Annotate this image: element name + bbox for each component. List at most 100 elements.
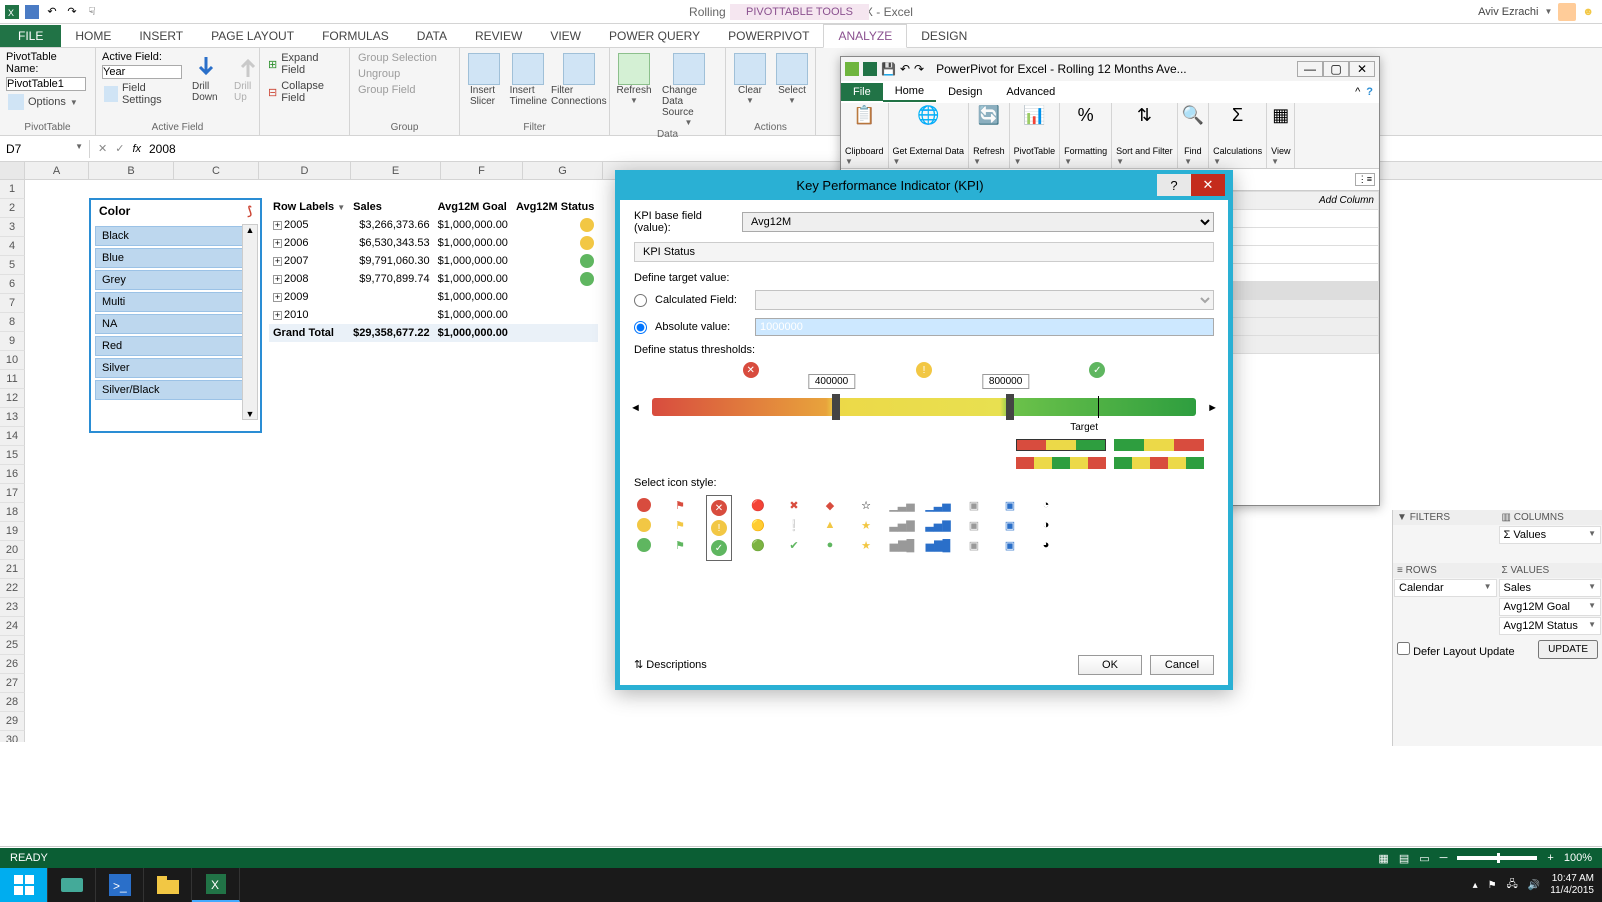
tab-page-layout[interactable]: PAGE LAYOUT: [197, 25, 308, 47]
tab-data[interactable]: DATA: [403, 25, 461, 47]
close-button[interactable]: ✕: [1349, 61, 1375, 77]
expand-icon[interactable]: +: [273, 239, 282, 248]
row-header[interactable]: 22: [0, 579, 25, 598]
undo-mini-icon[interactable]: ↶: [900, 62, 910, 76]
dialog-close-button[interactable]: ✕: [1191, 174, 1225, 196]
row-header[interactable]: 15: [0, 446, 25, 465]
clear-filter-icon[interactable]: ⟆: [247, 204, 252, 218]
update-button[interactable]: UPDATE: [1538, 640, 1598, 659]
tab-file[interactable]: FILE: [0, 25, 61, 47]
ok-button[interactable]: OK: [1078, 655, 1142, 675]
change-data-source-button[interactable]: Change Data Source▼: [658, 51, 719, 129]
row-header[interactable]: 3: [0, 218, 25, 237]
threshold-slider[interactable]: 400000 800000: [652, 398, 1196, 416]
minimize-button[interactable]: —: [1297, 61, 1323, 77]
row-header[interactable]: 8: [0, 313, 25, 332]
save-mini-icon[interactable]: 💾: [881, 62, 896, 76]
row-header[interactable]: 18: [0, 503, 25, 522]
col-header[interactable]: C: [174, 162, 259, 179]
calculated-field-radio[interactable]: [634, 294, 647, 307]
expand-icon[interactable]: +: [273, 221, 282, 230]
zoom-out-icon[interactable]: ─: [1440, 852, 1448, 864]
row-header[interactable]: 13: [0, 408, 25, 427]
field-settings-button[interactable]: Field Settings: [102, 81, 182, 107]
icon-set-traffic-black[interactable]: 🔴🟡🟢: [748, 495, 768, 561]
row-header[interactable]: 26: [0, 655, 25, 674]
server-manager-icon[interactable]: [48, 868, 96, 902]
swatch-1[interactable]: [1016, 439, 1106, 451]
pivot-row-label[interactable]: +2009: [269, 288, 349, 306]
pp-group-view[interactable]: ▦View▼: [1267, 103, 1295, 168]
row-header[interactable]: 24: [0, 617, 25, 636]
pp-group-calculations[interactable]: ΣCalculations▼: [1209, 103, 1267, 168]
maximize-button[interactable]: ▢: [1323, 61, 1349, 77]
undo-icon[interactable]: ↶: [44, 4, 60, 20]
row-header[interactable]: 16: [0, 465, 25, 484]
slicer-item[interactable]: Black: [95, 226, 256, 246]
pp-group-formatting[interactable]: %Formatting▼: [1060, 103, 1112, 168]
insert-slicer-button[interactable]: Insert Slicer: [466, 51, 502, 109]
help-icon[interactable]: ?: [1366, 86, 1373, 98]
slicer-item[interactable]: Grey: [95, 270, 256, 290]
pp-group-pivottable[interactable]: 📊PivotTable▼: [1010, 103, 1061, 168]
row-header[interactable]: 17: [0, 484, 25, 503]
color-slicer[interactable]: Color⟆ BlackBlueGreyMultiNARedSilverSilv…: [89, 198, 262, 433]
pivot-row-label[interactable]: +2008: [269, 270, 349, 288]
defer-layout-checkbox[interactable]: Defer Layout Update: [1397, 642, 1515, 658]
collapse-ribbon-icon[interactable]: ^: [1355, 86, 1360, 98]
expand-icon[interactable]: +: [273, 275, 282, 284]
fx-icon[interactable]: fx: [132, 143, 141, 155]
select-all-corner[interactable]: [0, 162, 25, 179]
pp-group-sort-and-filter[interactable]: ⇅Sort and Filter▼: [1112, 103, 1178, 168]
tab-power-query[interactable]: POWER QUERY: [595, 25, 714, 47]
expand-icon[interactable]: +: [273, 293, 282, 302]
save-icon[interactable]: [24, 4, 40, 20]
tray-up-icon[interactable]: ▴: [1473, 880, 1478, 891]
slicer-item[interactable]: Red: [95, 336, 256, 356]
drill-down-button[interactable]: Drill Down: [188, 51, 224, 107]
face-icon[interactable]: ☻: [1582, 6, 1594, 18]
cancel-formula-icon[interactable]: ✕: [98, 142, 107, 155]
row-header[interactable]: 21: [0, 560, 25, 579]
name-box[interactable]: D7▼: [0, 140, 90, 158]
redo-icon[interactable]: ↷: [64, 4, 80, 20]
row-header[interactable]: 23: [0, 598, 25, 617]
pivottable-name-input[interactable]: [6, 77, 86, 91]
refresh-button[interactable]: Refresh▼: [616, 51, 652, 129]
view-page-layout-icon[interactable]: ▤: [1399, 852, 1409, 865]
col-header[interactable]: D: [259, 162, 351, 179]
swatch-3[interactable]: [1016, 457, 1106, 469]
col-header[interactable]: F: [441, 162, 523, 179]
slicer-item[interactable]: Silver: [95, 358, 256, 378]
slicer-item[interactable]: NA: [95, 314, 256, 334]
filter-connections-button[interactable]: Filter Connections: [555, 51, 603, 109]
col-header[interactable]: A: [25, 162, 89, 179]
icon-set-bars-color[interactable]: ▁▃▅▃▅▇▅▇█: [928, 495, 948, 561]
values-item[interactable]: Avg12M Goal▼: [1499, 598, 1602, 616]
expand-icon[interactable]: +: [273, 257, 282, 266]
threshold2-handle[interactable]: [1006, 394, 1014, 420]
row-header[interactable]: 14: [0, 427, 25, 446]
icon-set-bars-gray[interactable]: ▁▃▅▃▅▇▅▇█: [892, 495, 912, 561]
icon-set-stars[interactable]: ☆★★: [856, 495, 876, 561]
user-dropdown-icon[interactable]: ▼: [1545, 7, 1553, 16]
row-header[interactable]: 1: [0, 180, 25, 199]
tab-home[interactable]: HOME: [61, 25, 125, 47]
arrow-right-icon[interactable]: ►: [1207, 402, 1218, 414]
columns-item[interactable]: Σ Values▼: [1499, 526, 1602, 544]
icon-set-flags[interactable]: ⚑⚑⚑: [670, 495, 690, 561]
system-clock[interactable]: 10:47 AM 11/4/2015: [1550, 873, 1594, 897]
col-header[interactable]: E: [351, 162, 441, 179]
row-header[interactable]: 19: [0, 522, 25, 541]
row-header[interactable]: 30: [0, 731, 25, 742]
zoom-slider[interactable]: [1457, 856, 1537, 860]
pp-tab-file[interactable]: File: [841, 83, 883, 101]
clear-button[interactable]: Clear▼: [732, 51, 768, 107]
threshold1-label[interactable]: 400000: [808, 374, 855, 389]
redo-mini-icon[interactable]: ↷: [914, 62, 924, 76]
col-header[interactable]: B: [89, 162, 174, 179]
expand-field-button[interactable]: ⊞Expand Field: [266, 51, 343, 77]
values-item[interactable]: Avg12M Status▼: [1499, 617, 1602, 635]
dialog-help-button[interactable]: ?: [1157, 174, 1191, 196]
pivot-row-label[interactable]: +2005: [269, 216, 349, 234]
